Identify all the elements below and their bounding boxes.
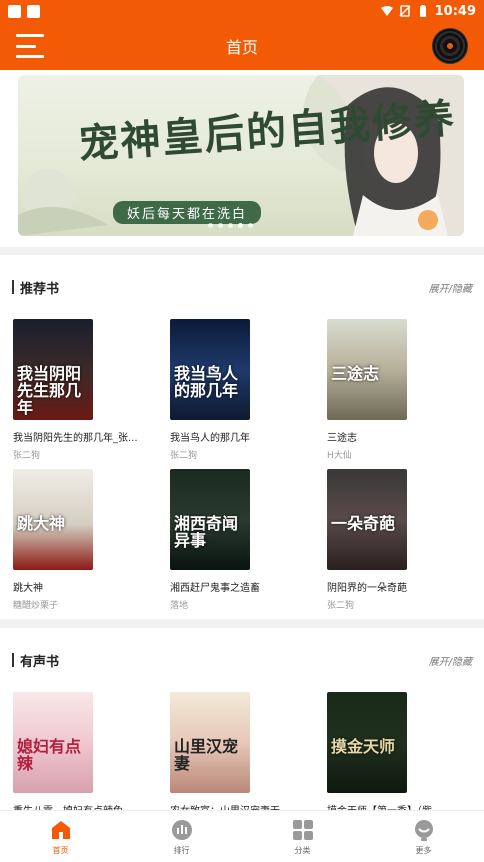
book-title: 三途志 [327,433,357,444]
section-divider [0,247,484,255]
book-item[interactable]: 山里汉宠妻 农女致富：山里汉宠妻无... [170,692,327,810]
banner-subtitle: 妖后每天都在洗白 [113,201,262,224]
book-cover: 三途志 [327,319,407,420]
nav-label: 首页 [52,845,69,855]
book-title: 我当鸟人的那几年 [170,433,250,444]
carousel-indicator [208,223,253,228]
toggle-expand-button[interactable]: 展开/隐藏 [429,280,472,295]
toggle-expand-button[interactable]: 展开/隐藏 [429,653,472,668]
book-grid-recommended: 我当阴阳先生那几年 我当阴阳先生的那几年_张... 张二狗 我当鸟人的那几年 我… [0,319,484,619]
book-title: 重生八零，媳妇有点辣兔 [13,802,153,810]
banner-carousel[interactable]: 宠神皇后的自我修养 妖后每天都在洗白 [0,70,484,238]
no-signal-icon [399,5,411,17]
nav-category[interactable]: 分类 [263,818,343,856]
book-item[interactable]: 三途志 三途志 H大仙 [327,319,484,469]
book-cover: 摸金天师 [327,692,407,793]
book-cover: 跳大神 [13,469,93,570]
book-author: H大仙 [327,451,352,461]
banner-slide[interactable]: 宠神皇后的自我修养 妖后每天都在洗白 [18,75,464,236]
ranking-icon [170,818,194,842]
book-cover: 湘西奇闻异事 [170,469,250,570]
book-item[interactable]: 摸金天师 摸金天师【第一季】（紫... [327,692,484,810]
book-title: 湘西赶尸鬼事之造畜 [170,583,260,594]
book-cover: 一朵奇葩 [327,469,407,570]
home-icon [49,818,73,842]
book-item[interactable]: 我当鸟人的那几年 我当鸟人的那几年 张二狗 [170,319,327,469]
book-cover: 媳妇有点辣 [13,692,93,793]
music-disc-button[interactable] [432,28,468,64]
book-title: 我当阴阳先生的那几年_张... [13,433,138,444]
page-title: 首页 [225,38,258,57]
notification-icon [8,4,21,18]
system-status: 10:49 [380,3,476,19]
book-cover: 我当阴阳先生那几年 [13,319,93,420]
menu-button[interactable] [16,34,46,58]
notification-icons [8,4,40,18]
book-author: 张二狗 [327,601,355,611]
app-bar: 首页 [0,22,484,70]
book-title: 跳大神 [13,583,43,594]
section-header-recommended: 推荐书 展开/隐藏 [0,255,484,319]
book-cover: 山里汉宠妻 [170,692,250,793]
book-item[interactable]: 我当阴阳先生那几年 我当阴阳先生的那几年_张... 张二狗 [13,319,170,469]
book-title: 农女致富：山里汉宠妻无... [170,802,310,810]
book-item[interactable]: 湘西奇闻异事 湘西赶尸鬼事之造畜 落地 [170,469,327,619]
section-divider [0,619,484,628]
menu-icon [16,34,44,37]
status-time: 10:49 [434,3,476,19]
section-title: 推荐书 [12,278,59,297]
nav-label: 分类 [294,845,311,855]
category-icon [291,818,315,842]
battery-icon [419,5,426,17]
book-item[interactable]: 媳妇有点辣 重生八零，媳妇有点辣兔 [13,692,170,810]
book-cover: 我当鸟人的那几年 [170,319,250,420]
nav-label: 更多 [415,845,432,855]
book-author: 张二狗 [170,451,198,461]
book-author: 落地 [170,601,189,611]
book-item[interactable]: 一朵奇葩 阴阳界的一朵奇葩 张二狗 [327,469,484,619]
book-item[interactable]: 跳大神 跳大神 糖醋炒栗子 [13,469,170,619]
book-grid-audiobooks: 媳妇有点辣 重生八零，媳妇有点辣兔 山里汉宠妻 农女致富：山里汉宠妻无... 摸… [0,692,484,810]
book-author: 糖醋炒栗子 [13,601,59,611]
nav-label: 排行 [173,845,190,855]
section-title: 有声书 [12,651,59,670]
home-content[interactable]: 宠神皇后的自我修养 妖后每天都在洗白 推荐书 展开/隐藏 我当阴阳先生那几年 我… [0,70,484,810]
section-header-audiobooks: 有声书 展开/隐藏 [0,628,484,692]
nav-more[interactable]: 更多 [384,818,464,856]
book-author: 张二狗 [13,451,41,461]
nav-ranking[interactable]: 排行 [142,818,222,856]
wifi-icon [380,6,393,16]
book-title: 阴阳界的一朵奇葩 [327,583,407,594]
more-icon [412,818,436,842]
book-title: 摸金天师【第一季】（紫... [327,802,467,810]
nav-home[interactable]: 首页 [21,818,101,856]
status-bar: 10:49 [0,0,484,22]
bottom-navigation: 首页 排行 分类 更多 [0,810,484,862]
notification-icon [27,4,40,18]
